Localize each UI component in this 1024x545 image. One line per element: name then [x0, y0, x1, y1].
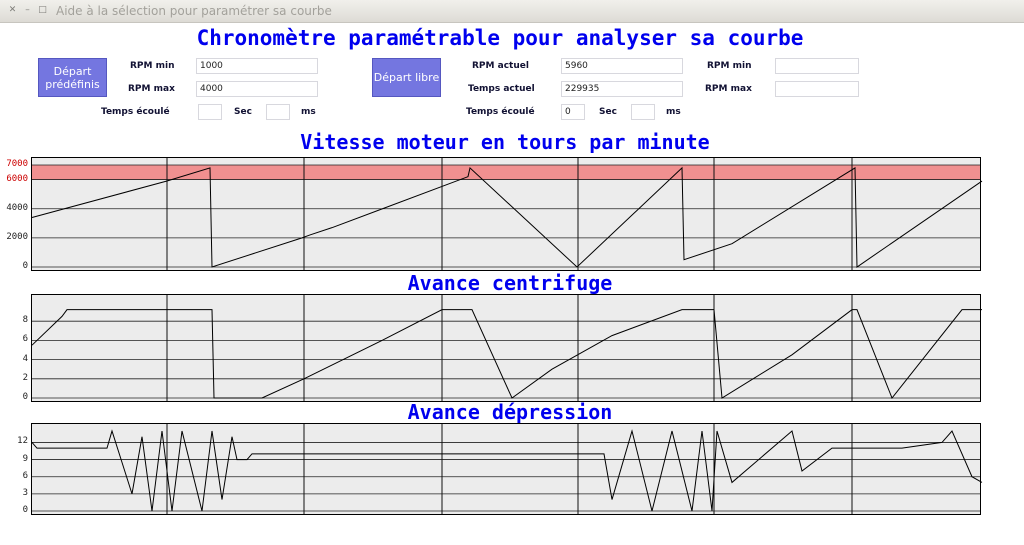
rpm-actuel-label: RPM actuel — [472, 61, 529, 71]
y-tick-label: 12 — [17, 436, 28, 447]
sec-unit-label: Sec — [234, 107, 252, 117]
y-tick-label: 2 — [22, 372, 28, 383]
free-start-button[interactable]: Départ libre — [372, 58, 441, 97]
y-tick-label: 0 — [22, 505, 28, 515]
free-rpm-min-label: RPM min — [707, 61, 752, 71]
y-tick-label: 4000 — [6, 202, 28, 213]
rpm-max-input[interactable]: 4000 — [196, 81, 318, 97]
y-tick-label: 0 — [22, 261, 28, 271]
rpm-series-line — [31, 166, 983, 268]
y-tick-label: 8 — [22, 315, 28, 326]
preset-start-button[interactable]: Départ prédéfinis — [38, 58, 107, 97]
free-rpm-min-input[interactable] — [775, 58, 859, 74]
rpm-chart-title: Vitesse moteur en tours par minute — [300, 130, 710, 154]
temps-actuel-label: Temps actuel — [468, 84, 535, 94]
y-tick-label: 3 — [22, 487, 28, 498]
y-tick-label: 9 — [22, 453, 28, 464]
centrifugal-chart-title: Avance centrifuge — [407, 271, 613, 295]
ms-unit-label-right: ms — [666, 107, 681, 117]
y-tick-label: 2000 — [6, 231, 28, 242]
temps-actuel-field[interactable]: 229935 — [561, 81, 683, 97]
close-icon[interactable]: ✕ — [7, 5, 18, 16]
page-title: Chronomètre paramétrable pour analyser s… — [196, 26, 804, 50]
y-tick-label: 6 — [22, 470, 28, 481]
y-tick-label: 6000 — [6, 173, 28, 184]
sec-unit-label-right: Sec — [599, 107, 617, 117]
window-title: Aide à la sélection pour paramétrer sa c… — [56, 4, 332, 18]
rpm-min-label: RPM min — [130, 61, 175, 71]
rpm-actuel-field[interactable]: 5960 — [561, 58, 683, 74]
centrifugal-chart-panel — [31, 294, 982, 402]
vacuum-chart-panel — [31, 423, 983, 515]
y-tick-label: 4 — [22, 353, 28, 364]
centrifugal-chart-svg — [31, 295, 982, 401]
elapsed-sec-field[interactable] — [198, 104, 222, 120]
free-rpm-max-label: RPM max — [705, 84, 752, 94]
vacuum-series-line — [31, 429, 983, 512]
rpm-chart-panel — [31, 157, 983, 271]
redline-band — [32, 165, 980, 180]
rpm-max-label: RPM max — [128, 84, 175, 94]
rpm-chart-svg — [31, 158, 983, 270]
elapsed-label-right: Temps écoulé — [466, 107, 535, 117]
minimize-icon[interactable]: – — [22, 5, 33, 16]
y-tick-label: 0 — [22, 392, 28, 402]
vacuum-chart-svg — [31, 424, 983, 514]
window-titlebar: ✕ – □ Aide à la sélection pour paramétre… — [0, 0, 1024, 23]
y-tick-label: 6 — [22, 334, 28, 345]
maximize-icon[interactable]: □ — [37, 5, 48, 16]
free-rpm-max-input[interactable] — [775, 81, 859, 97]
y-tick-label: 7000 — [6, 159, 28, 169]
elapsed-sec-field-right[interactable]: 0 — [561, 104, 585, 120]
centrifugal-series-line — [31, 309, 982, 399]
ms-unit-label: ms — [301, 107, 316, 117]
vacuum-chart-title: Avance dépression — [407, 400, 613, 424]
elapsed-ms-field[interactable] — [266, 104, 290, 120]
elapsed-ms-field-right[interactable] — [631, 104, 655, 120]
elapsed-label: Temps écoulé — [101, 107, 170, 117]
rpm-min-input[interactable]: 1000 — [196, 58, 318, 74]
